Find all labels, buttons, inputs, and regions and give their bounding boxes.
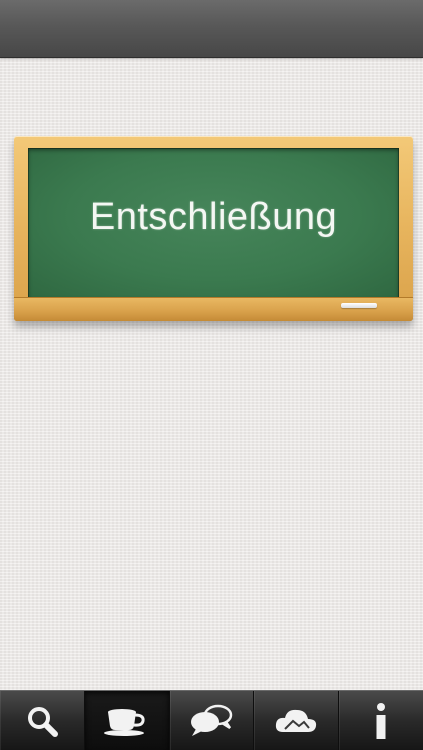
- chalkboard: Entschließung: [14, 136, 413, 321]
- chalkboard-ledge: [14, 297, 413, 321]
- tab-coffee[interactable]: [84, 691, 170, 750]
- tab-chat[interactable]: [170, 691, 255, 750]
- top-navigation-bar: [0, 0, 423, 58]
- chalkboard-surface: Entschließung: [28, 148, 399, 298]
- cloud-icon: [276, 709, 317, 732]
- chat-bubbles-icon: [191, 704, 233, 736]
- tab-info[interactable]: [339, 691, 423, 750]
- info-icon: [376, 703, 386, 739]
- search-icon: [27, 707, 58, 737]
- tab-cloud[interactable]: [254, 691, 340, 750]
- chalkboard-word: Entschließung: [89, 196, 338, 238]
- tab-search[interactable]: [0, 691, 85, 750]
- tab-bar: [0, 690, 423, 750]
- coffee-cup-icon: [103, 709, 145, 736]
- chalk-piece: [341, 303, 377, 308]
